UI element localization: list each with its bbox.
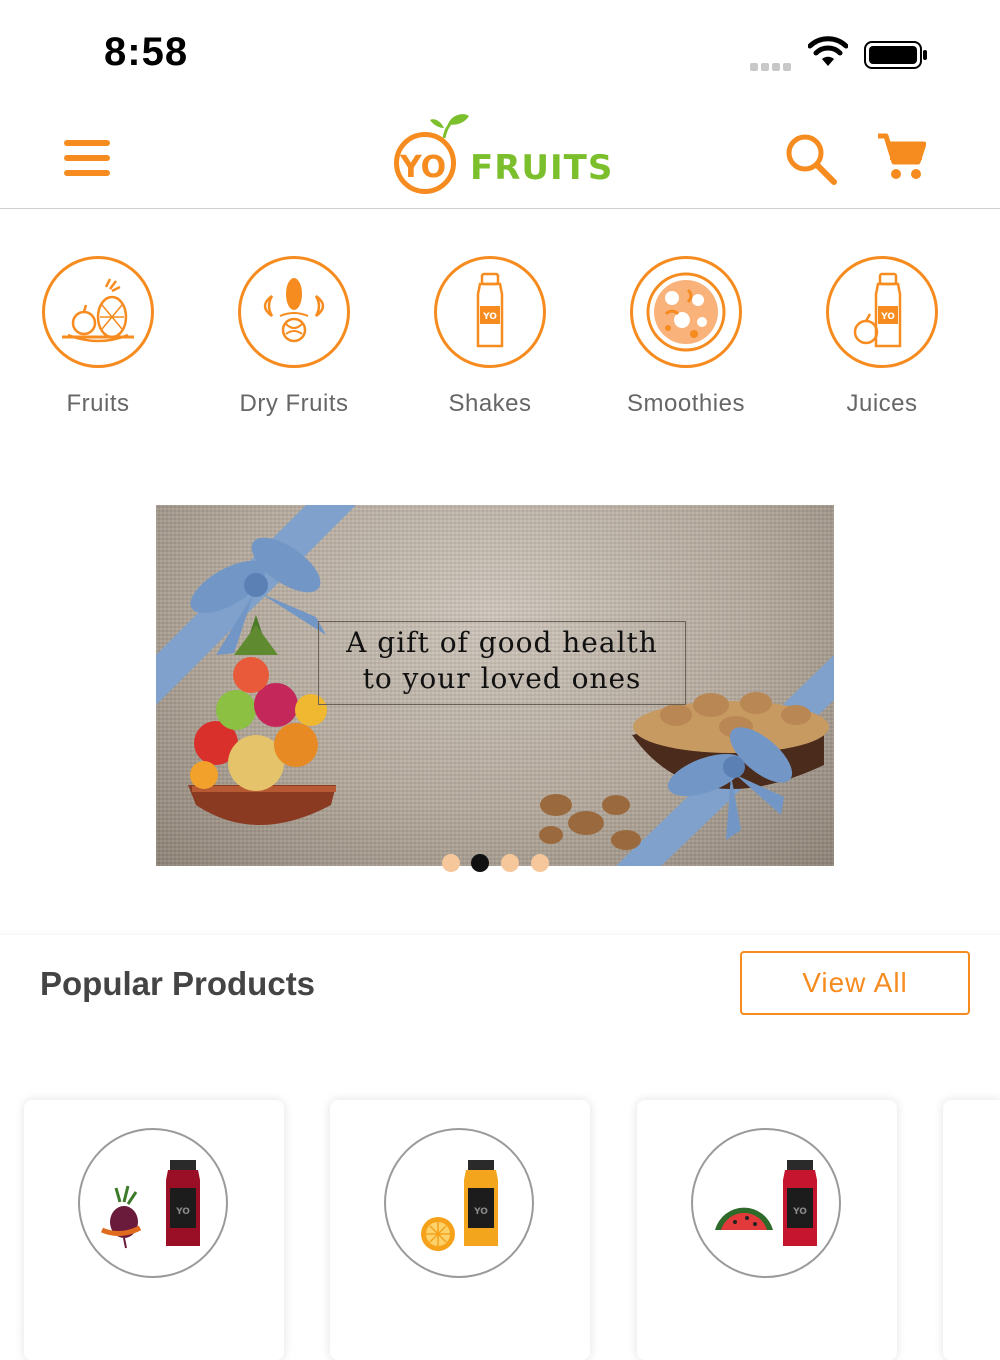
product-image-orange-juice: YO [384, 1128, 534, 1278]
battery-icon [864, 41, 927, 69]
view-all-button[interactable]: View All [740, 951, 970, 1015]
carousel-dot[interactable] [501, 854, 519, 872]
category-label: Shakes [448, 390, 532, 417]
product-image-watermelon-juice: YO [691, 1128, 841, 1278]
category-label: Smoothies [627, 390, 745, 417]
banner-text-box: A gift of good health to your loved ones [318, 621, 686, 705]
popular-products-section: Popular Products View All YO YO YO [0, 935, 1000, 1360]
svg-text:YO: YO [482, 312, 497, 322]
svg-text:YO: YO [175, 1207, 190, 1217]
category-fruits[interactable]: Fruits [0, 256, 196, 418]
svg-text:YO: YO [880, 312, 895, 322]
category-juices[interactable]: YO Juices [784, 256, 980, 418]
product-card[interactable]: YO [24, 1100, 284, 1360]
status-time: 8:58 [104, 30, 189, 74]
category-label: Dry Fruits [239, 390, 349, 417]
carousel-dot[interactable] [531, 854, 549, 872]
wifi-icon [808, 36, 848, 66]
cart-icon[interactable] [876, 132, 926, 182]
banner-line-1: A gift of good health [346, 626, 658, 659]
category-label: Juices [846, 390, 918, 417]
cellular-signal-icon [750, 58, 794, 76]
top-navbar: YO FRUITS [0, 100, 1000, 209]
logo-yo-text: YO [400, 150, 447, 185]
svg-text:YO: YO [792, 1207, 807, 1217]
product-card[interactable]: YO [637, 1100, 897, 1360]
logo-fruits-text: FRUITS [470, 148, 614, 188]
category-smoothies[interactable]: Smoothies [588, 256, 784, 418]
product-card-partial[interactable] [943, 1100, 1000, 1360]
section-title: Popular Products [40, 965, 316, 1002]
product-card[interactable]: YO [330, 1100, 590, 1360]
juice-bottle-icon: YO [826, 256, 938, 368]
promo-banner[interactable]: A gift of good health to your loved ones [156, 505, 834, 866]
search-icon[interactable] [784, 132, 838, 186]
banner-line-2: to your loved ones [362, 662, 642, 695]
carousel-dot-active[interactable] [471, 854, 489, 872]
status-bar: 8:58 [0, 0, 1000, 100]
category-row: Fruits Dry Fruits YO Shakes Smoothies YO… [0, 256, 1000, 436]
smoothie-bowl-icon [630, 256, 742, 368]
menu-button[interactable] [64, 140, 112, 176]
fruit-basket-icon [42, 256, 154, 368]
dry-fruits-icon [238, 256, 350, 368]
category-label: Fruits [66, 390, 130, 417]
category-shakes[interactable]: YO Shakes [392, 256, 588, 418]
product-image-beetroot-juice: YO [78, 1128, 228, 1278]
carousel-dots [440, 854, 560, 874]
yo-fruits-logo: YO FRUITS [390, 112, 614, 202]
category-dry-fruits[interactable]: Dry Fruits [196, 256, 392, 418]
shake-bottle-icon: YO [434, 256, 546, 368]
svg-text:YO: YO [473, 1207, 488, 1217]
carousel-dot[interactable] [442, 854, 460, 872]
